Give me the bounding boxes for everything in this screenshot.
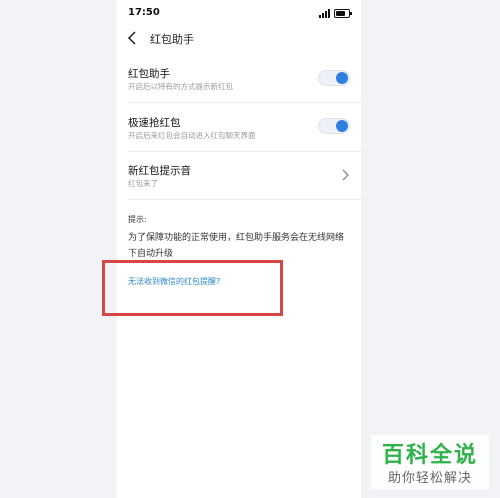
status-bar: 17:50 (117, 0, 361, 26)
divider (128, 199, 361, 200)
phone-screen: 17:50 红包助手 红包助手 开启后以特有的方式提示新红包 极速抢红包 开启后… (117, 0, 361, 498)
divider (128, 151, 361, 152)
page-title: 红包助手 (150, 33, 194, 46)
notice-text: 为了保障功能的正常使用，红包助手服务会在无线网络下自动升级 (128, 233, 345, 259)
status-icons (319, 8, 352, 18)
back-arrow-icon[interactable] (125, 30, 141, 46)
nav-bar: 红包助手 (117, 26, 361, 52)
setting-subtitle: 开启后以特有的方式提示新红包 (128, 82, 233, 91)
highlight-annotation-box (102, 260, 283, 316)
signal-icon (319, 8, 330, 18)
setting-title: 新红包提示音 (128, 165, 191, 177)
toggle-knob (336, 72, 348, 84)
battery-icon (334, 8, 352, 18)
chevron-right-icon (342, 169, 349, 181)
setting-title: 极速抢红包 (128, 117, 181, 129)
setting-subtitle: 开启后来红包会自动进入红包聊天界面 (128, 131, 256, 140)
toggle-knob (336, 120, 348, 132)
watermark-title: 百科全说 (381, 443, 478, 468)
setting-row-notification-sound[interactable]: 新红包提示音 红包来了 (117, 156, 361, 200)
setting-row-fast-grab[interactable]: 极速抢红包 开启后来红包会自动进入红包聊天界面 (117, 108, 361, 152)
fast-grab-toggle[interactable] (318, 118, 350, 134)
watermark-subtitle: 助你轻松解决 (387, 471, 472, 486)
setting-title: 红包助手 (128, 68, 170, 80)
red-packet-assistant-toggle[interactable] (318, 70, 350, 86)
setting-subtitle: 红包来了 (128, 179, 158, 188)
setting-row-red-packet-assistant[interactable]: 红包助手 开启后以特有的方式提示新红包 (117, 58, 361, 102)
status-time: 17:50 (128, 7, 160, 18)
notice-label: 提示: (128, 215, 147, 224)
divider (128, 102, 361, 103)
watermark-logo: 百科全说 助你轻松解决 (371, 435, 489, 489)
